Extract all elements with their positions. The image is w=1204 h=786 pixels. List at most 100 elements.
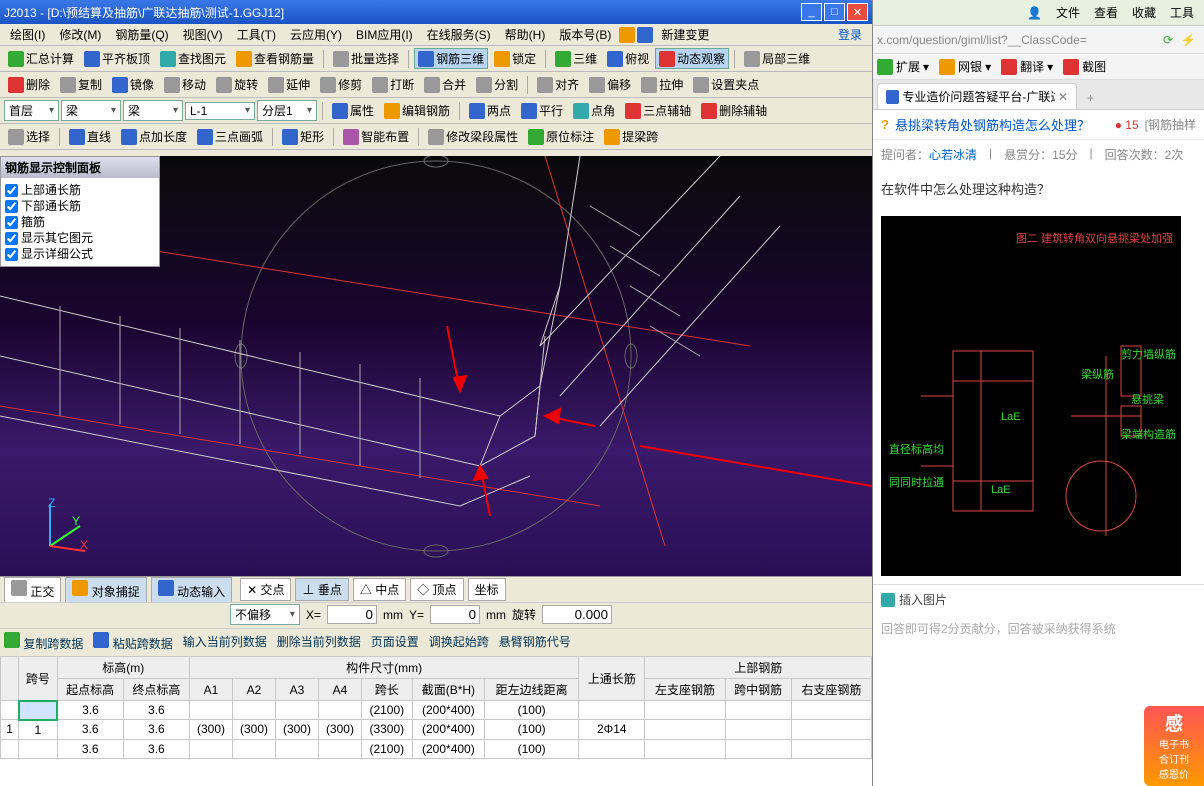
top-view-button[interactable]: 俯视	[603, 48, 653, 69]
batch-select-button[interactable]: 批量选择	[329, 48, 403, 69]
table-cell[interactable]: (3300)	[361, 720, 412, 740]
menu-cloud[interactable]: 云应用(Y)	[284, 24, 348, 45]
swap-span-button[interactable]: 调换起始跨	[429, 633, 489, 650]
view-rebar-button[interactable]: 查看钢筋量	[232, 48, 318, 69]
menu-version[interactable]: 版本号(B)	[553, 24, 617, 45]
intersect-toggle[interactable]: ✕ 交点	[240, 578, 291, 601]
delete-button[interactable]: 删除	[4, 74, 54, 95]
update-icon[interactable]	[637, 27, 653, 43]
close-button[interactable]: ✕	[847, 3, 868, 21]
mirror-button[interactable]: 镜像	[108, 74, 158, 95]
edit-rebar-button[interactable]: 编辑钢筋	[380, 100, 454, 121]
user-icon[interactable]: 👤	[1027, 6, 1042, 20]
table-cell[interactable]: 3.6	[123, 720, 189, 740]
parallel-button[interactable]: 平行	[517, 100, 567, 121]
table-cell[interactable]	[1, 701, 19, 720]
lightning-icon[interactable]: ⚡	[1177, 33, 1200, 47]
table-cell[interactable]	[190, 701, 233, 720]
pointangle-button[interactable]: 点角	[569, 100, 619, 121]
copy-button[interactable]: 复制	[56, 74, 106, 95]
question-tags[interactable]: [钢筋抽样	[1145, 116, 1196, 133]
promo-badge[interactable]: 感 电子书 合订刊 感恩价	[1144, 706, 1204, 786]
span-button[interactable]: 提梁跨	[600, 126, 662, 147]
view-3d-button[interactable]: 三维	[551, 48, 601, 69]
table-cell[interactable]: 3.6	[123, 739, 189, 758]
menu-draw[interactable]: 绘图(I)	[4, 24, 51, 45]
table-cell[interactable]	[645, 701, 725, 720]
minimize-button[interactable]: _	[801, 3, 822, 21]
col-right-support[interactable]: 右支座钢筋	[791, 679, 871, 701]
table-cell[interactable]: (200*400)	[412, 701, 484, 720]
col-mid-span[interactable]: 跨中钢筋	[725, 679, 791, 701]
input-col-button[interactable]: 输入当前列数据	[183, 633, 267, 650]
col-a4[interactable]: A4	[318, 679, 361, 701]
orbit-button[interactable]: 动态观察	[655, 48, 729, 69]
table-cell[interactable]: 1	[1, 720, 19, 740]
coord-toggle[interactable]: 坐标	[468, 578, 506, 601]
floor-dropdown[interactable]: 首层	[4, 100, 59, 121]
menu-bim[interactable]: BIM应用(I)	[350, 24, 419, 45]
menu-view[interactable]: 视图(V)	[177, 24, 229, 45]
login-link[interactable]: 登录	[832, 24, 868, 45]
col-toplong[interactable]: 上通长筋	[579, 657, 645, 701]
merge-button[interactable]: 合并	[420, 74, 470, 95]
comp-type-dropdown[interactable]: 梁	[123, 100, 183, 121]
table-cell[interactable]	[190, 739, 233, 758]
align-button[interactable]: 对齐	[533, 74, 583, 95]
table-cell[interactable]: (200*400)	[412, 720, 484, 740]
calc-button[interactable]: 汇总计算	[4, 48, 78, 69]
table-cell[interactable]: 3.6	[123, 701, 189, 720]
col-span-len[interactable]: 跨长	[361, 679, 412, 701]
lock-button[interactable]: 锁定	[490, 48, 540, 69]
vertex-toggle[interactable]: ◇ 顶点	[410, 578, 463, 601]
point-length-button[interactable]: 点加长度	[117, 126, 191, 147]
col-a2[interactable]: A2	[232, 679, 275, 701]
ext-wangyin[interactable]: 网银 ▾	[939, 58, 991, 75]
ext-fanyi[interactable]: 翻译 ▾	[1001, 58, 1053, 75]
twopoint-button[interactable]: 两点	[465, 100, 515, 121]
offset-y-input[interactable]	[430, 605, 480, 624]
comp-name-dropdown[interactable]: L-1	[185, 102, 255, 120]
rect-button[interactable]: 矩形	[278, 126, 328, 147]
chk-top-bar[interactable]: 上部通长筋	[5, 182, 155, 198]
ext-jietu[interactable]: 截图	[1063, 58, 1106, 75]
col-elevation[interactable]: 标高(m)	[57, 657, 189, 679]
extend-button[interactable]: 延伸	[264, 74, 314, 95]
address-bar[interactable]: x.com/question/giml/list?__ClassCode= ⟳ …	[873, 26, 1204, 54]
delete-aux-button[interactable]: 删除辅轴	[697, 100, 771, 121]
col-a1[interactable]: A1	[190, 679, 233, 701]
table-cell[interactable]	[232, 739, 275, 758]
table-cell[interactable]: (300)	[275, 720, 318, 740]
col-start-elev[interactable]: 起点标高	[57, 679, 123, 701]
br-menu-tool[interactable]: 工具	[1170, 4, 1194, 21]
offset-button[interactable]: 偏移	[585, 74, 635, 95]
table-cell[interactable]	[791, 701, 871, 720]
local-3d-button[interactable]: 局部三维	[740, 48, 814, 69]
maximize-button[interactable]: □	[824, 3, 845, 21]
table-cell[interactable]: 3.6	[57, 739, 123, 758]
col-topbar[interactable]: 上部钢筋	[645, 657, 872, 679]
table-cell[interactable]: (100)	[485, 739, 579, 758]
table-cell[interactable]	[725, 739, 791, 758]
threepoint-aux-button[interactable]: 三点辅轴	[621, 100, 695, 121]
col-dimensions[interactable]: 构件尺寸(mm)	[190, 657, 579, 679]
layer-dropdown[interactable]: 分层1	[257, 100, 317, 121]
table-cell[interactable]	[19, 701, 57, 720]
chk-other-elem[interactable]: 显示其它图元	[5, 230, 155, 246]
inplace-button[interactable]: 原位标注	[524, 126, 598, 147]
table-cell[interactable]: 3.6	[57, 720, 123, 740]
table-cell[interactable]	[579, 739, 645, 758]
globe-icon[interactable]	[619, 27, 635, 43]
table-cell[interactable]	[791, 739, 871, 758]
modify-seg-button[interactable]: 修改梁段属性	[424, 126, 522, 147]
split-button[interactable]: 分割	[472, 74, 522, 95]
col-section[interactable]: 截面(B*H)	[412, 679, 484, 701]
span-table[interactable]: 跨号 标高(m) 构件尺寸(mm) 上通长筋 上部钢筋 起点标高 终点标高 A1…	[0, 656, 872, 786]
cantilever-code-button[interactable]: 悬臂钢筋代号	[499, 633, 571, 650]
table-cell[interactable]: 2Φ14	[579, 720, 645, 740]
page-setup-button[interactable]: 页面设置	[371, 633, 419, 650]
ortho-toggle[interactable]: 正交	[4, 577, 61, 603]
table-cell[interactable]	[725, 720, 791, 740]
table-cell[interactable]: (2100)	[361, 739, 412, 758]
col-end-elev[interactable]: 终点标高	[123, 679, 189, 701]
